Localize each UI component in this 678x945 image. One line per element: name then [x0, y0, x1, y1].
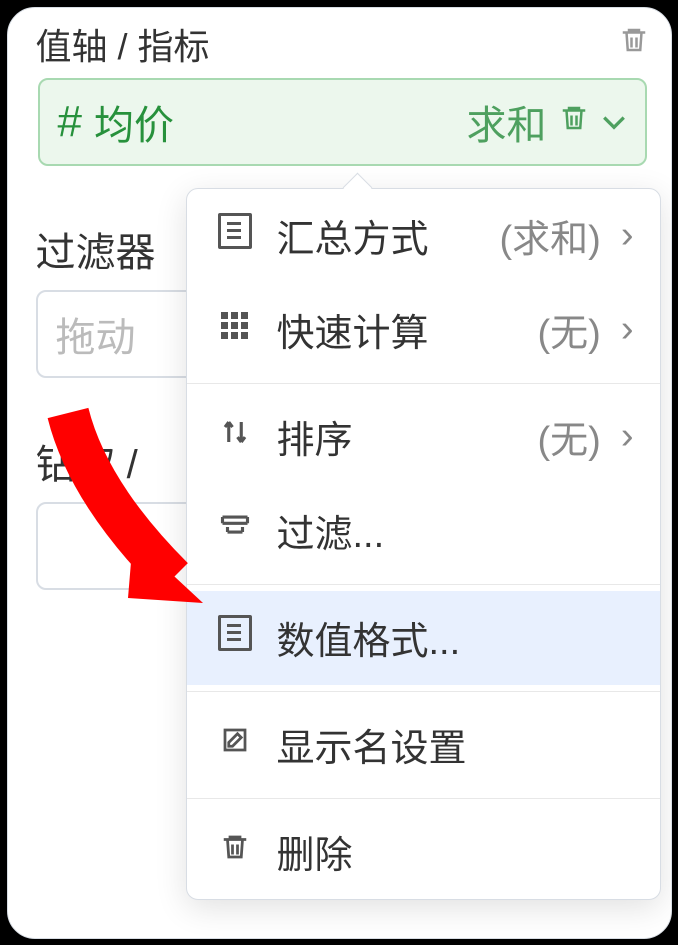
- sort-icon: [213, 416, 257, 457]
- menu-divider: [187, 691, 660, 692]
- menu-label: 过滤...: [277, 503, 634, 558]
- hash-icon: #: [58, 97, 82, 147]
- config-panel: 值轴 / 指标 # 均价 求和 过滤器 拖动 钻取: [7, 7, 672, 939]
- pill-delete-icon[interactable]: [559, 99, 589, 144]
- pill-left: # 均价: [58, 93, 467, 151]
- annotation-arrow: [38, 403, 208, 613]
- menu-extra: (无): [538, 409, 601, 464]
- menu-item-filter[interactable]: 过滤...: [187, 484, 660, 578]
- menu-item-quick-calc[interactable]: 快速计算 (无) ›: [187, 283, 660, 377]
- menu-label: 删除: [277, 824, 634, 879]
- menu-extra: (无): [538, 302, 601, 357]
- aggregation-label: 求和: [467, 93, 547, 151]
- menu-extra: (求和): [500, 208, 601, 263]
- filter-icon: [213, 511, 257, 550]
- trash-icon: [213, 831, 257, 872]
- chevron-right-icon: ›: [621, 214, 634, 257]
- menu-item-aggregation[interactable]: 汇总方式 (求和) ›: [187, 189, 660, 283]
- pill-right: 求和: [467, 93, 627, 151]
- clear-axis-icon[interactable]: [619, 24, 649, 64]
- field-context-menu: 汇总方式 (求和) › 快速计算 (无) › 排序 (无) ›: [186, 188, 661, 900]
- menu-label: 快速计算: [277, 302, 518, 357]
- menu-item-display-name[interactable]: 显示名设置: [187, 698, 660, 792]
- pill-dropdown-icon[interactable]: [601, 102, 627, 141]
- menu-label: 汇总方式: [277, 208, 480, 263]
- list-icon: [213, 615, 257, 660]
- menu-divider: [187, 798, 660, 799]
- menu-item-number-format[interactable]: 数值格式...: [187, 591, 660, 685]
- panel-inner: 值轴 / 指标 # 均价 求和 过滤器 拖动 钻取: [8, 8, 671, 938]
- chevron-right-icon: ›: [621, 308, 634, 351]
- list-icon: [213, 213, 257, 258]
- menu-label: 显示名设置: [277, 717, 634, 772]
- filter-placeholder: 拖动: [56, 305, 136, 363]
- menu-item-sort[interactable]: 排序 (无) ›: [187, 390, 660, 484]
- menu-divider: [187, 383, 660, 384]
- value-axis-title: 值轴 / 指标: [36, 18, 210, 70]
- value-axis-header: 值轴 / 指标: [36, 14, 649, 74]
- field-name: 均价: [94, 93, 174, 151]
- menu-item-delete[interactable]: 删除: [187, 805, 660, 899]
- menu-label: 排序: [277, 409, 518, 464]
- measure-field-pill[interactable]: # 均价 求和: [38, 78, 647, 166]
- chevron-right-icon: ›: [621, 415, 634, 458]
- menu-label: 数值格式...: [277, 610, 634, 665]
- menu-divider: [187, 584, 660, 585]
- edit-icon: [213, 725, 257, 764]
- grid-icon: [213, 310, 257, 349]
